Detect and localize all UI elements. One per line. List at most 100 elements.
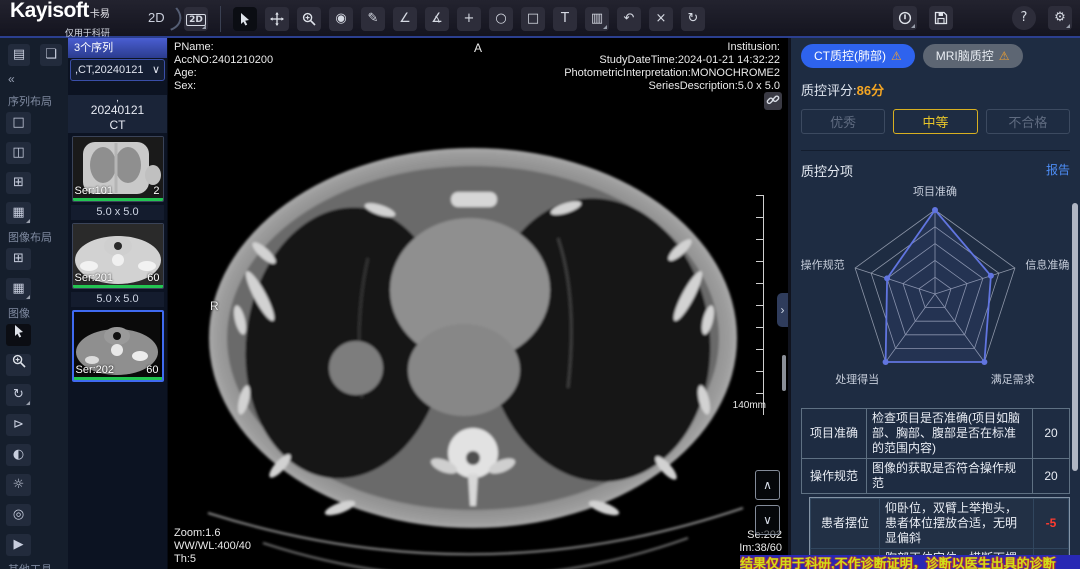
image-viewport[interactable]: PName: AccNO:2401210200 Age: Sex: A Inst… — [168, 38, 788, 569]
warning-icon: ⚠ — [999, 44, 1010, 68]
series-thumbnail-panel: 3个序列 ,CT,20240121 ∨ , 20240121 CT Ser:10… — [68, 38, 168, 569]
warning-icon: ⚠ — [891, 44, 902, 68]
dropdown-caret — [26, 219, 30, 223]
thumbnail-series-number: Ser:202 — [76, 364, 115, 376]
thumbnail-list: Ser:101 2 5.0 x 5.0 Ser:20160 5.0 x 5.0 Ser:2… — [68, 136, 167, 382]
app-logo: Kayisoft卡易 仅用于科研 — [10, 1, 110, 43]
dropdown-caret — [202, 25, 206, 29]
report-list-icon[interactable]: ▤ — [8, 44, 30, 66]
rect-roi-tool[interactable]: □ — [521, 7, 545, 31]
svg-text:信息准确: 信息准确 — [1025, 258, 1069, 272]
disclaimer-marquee: 结果仅用于科研,不作诊断证明，诊断以医生出具的诊断 — [740, 555, 1080, 569]
grade-excellent-button[interactable]: 优秀 — [801, 109, 885, 134]
tab-mri-qc[interactable]: MRI脑质控 ⚠ — [923, 44, 1023, 68]
dropdown-caret — [603, 25, 607, 29]
cine-play-tool[interactable]: ▶ — [6, 534, 31, 556]
delete-annotation-tool[interactable]: × — [649, 7, 673, 31]
scroll-up-button[interactable]: ∧ — [755, 470, 780, 500]
dropdown-caret — [1066, 24, 1070, 28]
thumbnail-ser-202[interactable]: Ser:202 60 — [72, 310, 164, 382]
study-group-label: , 20240121 CT — [68, 95, 167, 133]
qc-table-row: 操作规范图像的获取是否符合操作规范20 — [802, 459, 1070, 494]
sidebar-section-label: 图像 — [0, 300, 68, 324]
point-marker-tool[interactable]: + — [457, 7, 481, 31]
logo-text: Kayisoft — [10, 0, 89, 22]
save-button[interactable] — [929, 6, 953, 30]
cursor-tool[interactable] — [6, 324, 31, 346]
qc-subtable-row: 患者摆位仰卧位，双臂上举抱头，患者体位摆放合适，无明显偏斜-5 — [811, 499, 1069, 549]
target-tool[interactable]: ◎ — [6, 504, 31, 526]
thumbnail-series-desc: 5.0 x 5.0 — [71, 292, 164, 307]
study-group-dot: , — [68, 95, 167, 103]
grade-fail-button[interactable]: 不合格 — [986, 109, 1070, 134]
pan-tool[interactable] — [265, 7, 289, 31]
thumbnail-image-count: 60 — [146, 364, 158, 376]
panel-expand-handle[interactable]: › — [777, 293, 788, 327]
mode-2d-label: 2D — [148, 10, 165, 25]
pencil-measure-tool[interactable]: ✎ — [361, 7, 385, 31]
ellipse-roi-tool[interactable]: ○ — [489, 7, 513, 31]
about-button[interactable] — [893, 6, 917, 30]
link-sync-icon[interactable] — [764, 92, 782, 110]
stack-scrollbar[interactable] — [782, 355, 786, 391]
thumbnail-image-count: 2 — [153, 185, 159, 197]
collapse-sidebar-button[interactable]: « — [0, 70, 68, 88]
image-layout-3x3[interactable]: ▦ — [6, 278, 31, 300]
tab-ct-qc[interactable]: CT质控(肺部) ⚠ — [801, 44, 915, 68]
undo-tool[interactable]: ↶ — [617, 7, 641, 31]
window-level-tool[interactable]: ◉ — [329, 7, 353, 31]
brightness-tool[interactable]: ☼ — [6, 474, 31, 496]
qc-panel-scrollbar[interactable] — [1072, 203, 1078, 471]
qc-score-value: 86分 — [857, 83, 884, 98]
orientation-marker-right: R — [210, 300, 219, 313]
series-layout-1x1[interactable]: □ — [6, 112, 31, 134]
qc-score: 质控评分:86分 — [801, 80, 1070, 99]
scale-ruler-label: 140mm — [733, 400, 766, 411]
series-layout-1x2[interactable]: ◫ — [6, 142, 31, 164]
histogram-tool[interactable]: ▥ — [585, 7, 609, 31]
penalty-score: -5 — [1046, 516, 1057, 530]
zoom-in-tool[interactable] — [297, 7, 321, 31]
magnify-tool[interactable] — [6, 354, 31, 376]
scroll-stack-tool[interactable]: ⊳ — [6, 414, 31, 436]
mode-2d-button[interactable]: 2D — [184, 7, 208, 31]
toolbar-corner-group: ?⚙ — [1012, 6, 1072, 30]
thumbnail-loaded-bar — [73, 285, 163, 288]
svg-text:操作规范: 操作规范 — [801, 258, 845, 272]
angle-tool[interactable]: ∠ — [393, 7, 417, 31]
ct-axial-image — [168, 38, 788, 569]
help-button[interactable]: ? — [1012, 6, 1036, 30]
rotate-flip-tool[interactable]: ↻ — [6, 384, 31, 406]
sidebar-icon-grid: □ ◫ ⊞ ▦ — [0, 112, 68, 224]
sidebar-section-label: 序列布局 — [0, 88, 68, 112]
sidebar-section-label: 其他工具 — [0, 556, 68, 569]
thumbnail-image-count: 60 — [147, 272, 159, 284]
patient-info-overlay: PName: AccNO:2401210200 Age: Sex: — [174, 41, 273, 93]
scroll-down-button[interactable]: ∨ — [755, 505, 780, 535]
clipboard-icon[interactable]: ❏ — [40, 44, 62, 66]
text-annotation-tool[interactable]: T — [553, 7, 577, 31]
sidebar-icon-grid: ↻ ⊳ ◐ ☼ ◎ ▶ — [0, 324, 68, 556]
grade-medium-button[interactable]: 中等 — [893, 109, 977, 134]
qc-table-row: 项目准确检查项目是否准确(项目如脑部、胸部、腹部是否在标准的范围内容)20 — [802, 409, 1070, 459]
qc-subitems-header: 质控分项 报告 — [801, 150, 1070, 180]
thumbnail-series-desc: 5.0 x 5.0 — [71, 205, 164, 220]
settings-button[interactable]: ⚙ — [1048, 6, 1072, 30]
thumbnail-series-number: Ser:101 — [75, 185, 114, 197]
image-layout-2x2[interactable]: ⊞ — [6, 248, 31, 270]
thumbnail-ser-201[interactable]: Ser:20160 — [72, 223, 164, 289]
toolbar-main-group: 2D ◉ ✎ ∠ ∡ + ○ □ T ▥ ↶ × ↻ — [184, 6, 705, 32]
report-link[interactable]: 报告 — [1046, 161, 1070, 180]
series-layout-3x3[interactable]: ▦ — [6, 202, 31, 224]
series-layout-2x2[interactable]: ⊞ — [6, 172, 31, 194]
qc-tabs: CT质控(肺部) ⚠ MRI脑质控 ⚠ — [801, 44, 1070, 68]
cobb-angle-tool[interactable]: ∡ — [425, 7, 449, 31]
left-tool-sidebar: ▤❏ « 序列布局□◫⊞▦图像布局⊞▦图像↻⊳◐☼◎▶其他工具+◪×↻ 定位线✓… — [0, 38, 68, 569]
invert-tool[interactable]: ◐ — [6, 444, 31, 466]
qc-score-table: 项目准确检查项目是否准确(项目如脑部、胸部、腹部是否在标准的范围内容)20操作规… — [801, 408, 1070, 494]
reset-view-tool[interactable]: ↻ — [681, 7, 705, 31]
thumbnail-ser-101[interactable]: Ser:101 2 — [72, 136, 164, 202]
study-selector-dropdown[interactable]: ,CT,20240121 ∨ — [70, 59, 165, 81]
disclaimer-text: 结果仅用于科研,不作诊断证明，诊断以医生出具的诊断 — [740, 556, 1056, 569]
cursor-tool[interactable] — [233, 7, 257, 31]
